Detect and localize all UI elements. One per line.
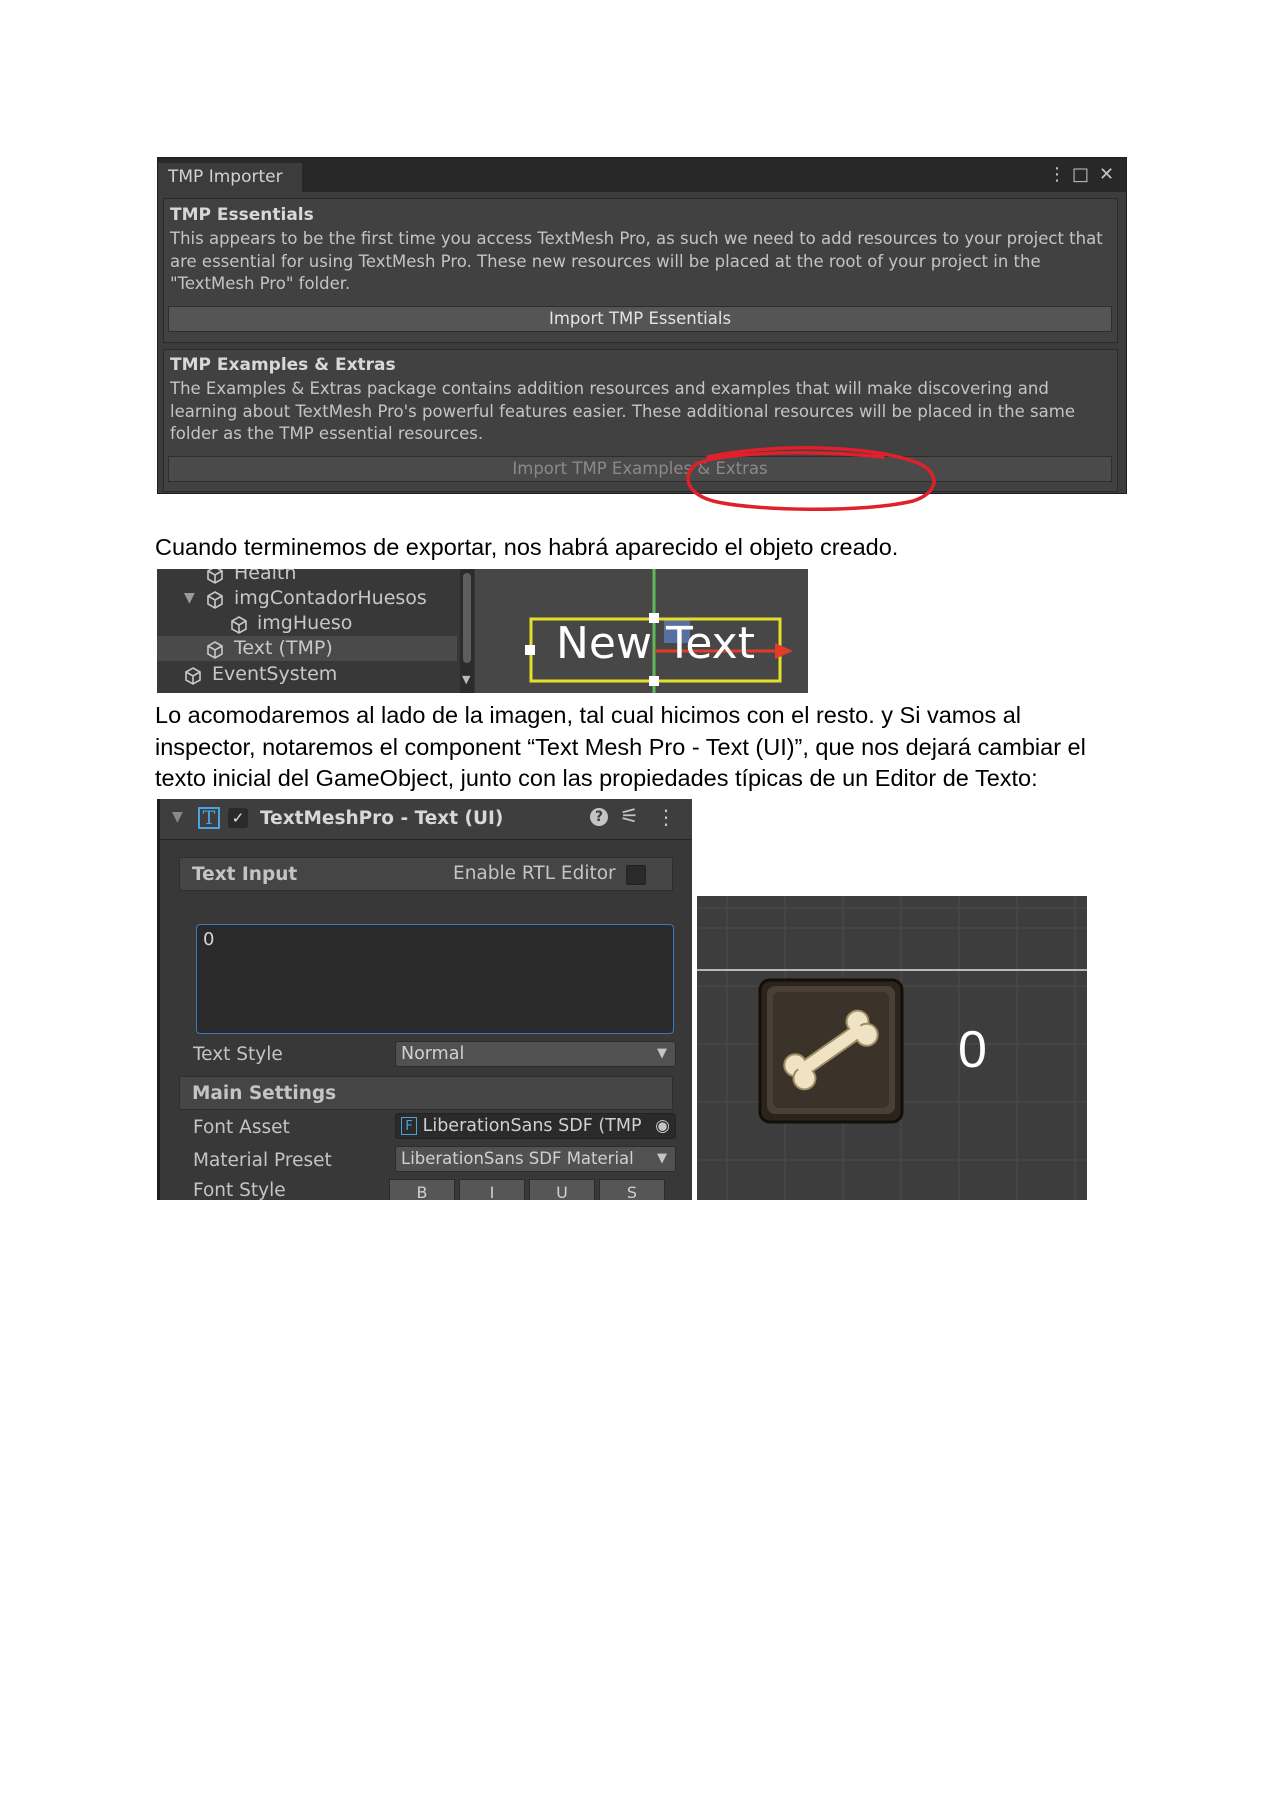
game-view-screenshot [697, 896, 1087, 1200]
essentials-description: This appears to be the first time you ac… [170, 229, 1103, 293]
collapse-arrow-icon[interactable]: ▼ [172, 809, 183, 825]
component-title: TextMeshPro - Text (UI) [260, 808, 504, 829]
gameobject-cube-icon [231, 616, 247, 634]
help-icon[interactable]: ? [590, 808, 608, 826]
text-input-label: Text Input [192, 864, 298, 885]
underline-button[interactable]: U [529, 1179, 595, 1200]
rtl-editor-label: Enable RTL Editor [453, 863, 616, 884]
bone-icon [758, 978, 904, 1124]
examples-heading: TMP Examples & Extras [170, 355, 396, 375]
examples-description: The Examples & Extras package contains a… [170, 379, 1075, 443]
bold-button[interactable]: B [389, 1179, 455, 1200]
import-examples-button[interactable]: Import TMP Examples & Extras [168, 456, 1112, 482]
gameobject-cube-icon [185, 667, 201, 685]
gameobject-cube-icon [207, 591, 223, 609]
hierarchy-item-label: Text (TMP) [234, 637, 333, 659]
text-input-area[interactable]: 0 [196, 924, 674, 1034]
hierarchy-item-label: imgHueso [257, 612, 353, 634]
hierarchy-item-label: EventSystem [212, 663, 338, 685]
presets-sliders-icon[interactable]: ⚟ [620, 804, 639, 828]
maximize-icon[interactable]: □ [1072, 166, 1089, 184]
window-tab[interactable]: TMP Importer [158, 163, 302, 192]
object-picker-icon[interactable]: ◉ [655, 1114, 670, 1138]
window-titlebar: TMP Importer ⋮ □ ✕ [158, 158, 1126, 192]
text-style-value: Normal [401, 1044, 465, 1064]
font-style-label: Font Style [193, 1180, 286, 1200]
essentials-group: TMP Essentials This appears to be the fi… [163, 198, 1118, 343]
material-preset-value: LiberationSans SDF Material [401, 1149, 634, 1168]
scroll-down-arrow-icon[interactable]: ▼ [462, 673, 470, 686]
tmp-importer-window: TMP Importer ⋮ □ ✕ TMP Essentials This a… [157, 157, 1127, 512]
hierarchy-list: Health ▼ imgContadorHuesos imgHueso Text… [157, 569, 467, 693]
paragraph-exported: Cuando terminemos de exportar, nos habrá… [155, 534, 899, 560]
scene-view[interactable]: New Text [475, 569, 808, 693]
import-essentials-button[interactable]: Import TMP Essentials [168, 306, 1112, 332]
hierarchy-item-label: imgContadorHuesos [234, 587, 427, 609]
hierarchy-item-imghueso[interactable]: imgHueso [157, 611, 457, 636]
inspector-screenshot: ▼ T ✓ TextMeshPro - Text (UI) ? ⚟ ⋮ Text… [157, 799, 692, 1200]
material-preset-label: Material Preset [193, 1150, 332, 1171]
component-menu-icon[interactable]: ⋮ [656, 805, 676, 829]
hierarchy-item-text-tmp[interactable]: Text (TMP) [157, 636, 457, 661]
hierarchy-item-health[interactable]: Health [157, 569, 457, 586]
text-input-section: Text Input Enable RTL Editor [179, 857, 673, 891]
close-icon[interactable]: ✕ [1099, 166, 1114, 184]
examples-group: TMP Examples & Extras The Examples & Ext… [163, 349, 1118, 492]
font-asset-icon: F [401, 1117, 417, 1135]
hierarchy-item-label: Health [234, 569, 297, 584]
red-highlight-circle [686, 446, 936, 512]
hierarchy-item-eventsystem[interactable]: EventSystem [157, 662, 457, 687]
main-settings-section[interactable]: Main Settings [179, 1076, 673, 1110]
rtl-editor-checkbox[interactable] [626, 865, 646, 885]
hierarchy-item-imgcontadorhuesos[interactable]: ▼ imgContadorHuesos [157, 586, 457, 611]
main-settings-label: Main Settings [192, 1083, 337, 1104]
scrollbar-thumb[interactable] [463, 573, 471, 663]
bone-counter-text: 0 [958, 1021, 987, 1079]
hierarchy-screenshot: Health ▼ imgContadorHuesos imgHueso Text… [157, 569, 808, 693]
gameobject-cube-icon [207, 569, 223, 584]
scene-new-text[interactable]: New Text [531, 614, 780, 674]
strikethrough-button[interactable]: S [599, 1179, 665, 1200]
chevron-down-icon: ▼ [657, 1046, 667, 1061]
italic-button[interactable]: I [459, 1179, 525, 1200]
paragraph-inspector: Lo acomodaremos al lado de la imagen, ta… [155, 702, 1086, 791]
text-style-dropdown[interactable]: Normal ▼ [395, 1041, 676, 1067]
textmeshpro-icon: T [198, 807, 220, 829]
component-header[interactable]: ▼ T ✓ TextMeshPro - Text (UI) ? ⚟ ⋮ [160, 799, 692, 840]
font-asset-field[interactable]: F LiberationSans SDF (TMP ◉ [395, 1113, 676, 1139]
text-style-label: Text Style [193, 1044, 283, 1065]
enable-checkbox[interactable]: ✓ [228, 808, 248, 828]
font-asset-label: Font Asset [193, 1117, 290, 1138]
expand-arrow-icon[interactable]: ▼ [184, 586, 195, 611]
essentials-heading: TMP Essentials [170, 205, 314, 225]
font-style-buttons: B I U S [389, 1179, 679, 1200]
font-asset-value: LiberationSans SDF (TMP [422, 1116, 642, 1136]
chevron-down-icon: ▼ [657, 1151, 667, 1166]
more-menu-icon[interactable]: ⋮ [1048, 166, 1066, 184]
material-preset-dropdown[interactable]: LiberationSans SDF Material ▼ [395, 1146, 676, 1172]
gameobject-cube-icon [207, 641, 223, 659]
